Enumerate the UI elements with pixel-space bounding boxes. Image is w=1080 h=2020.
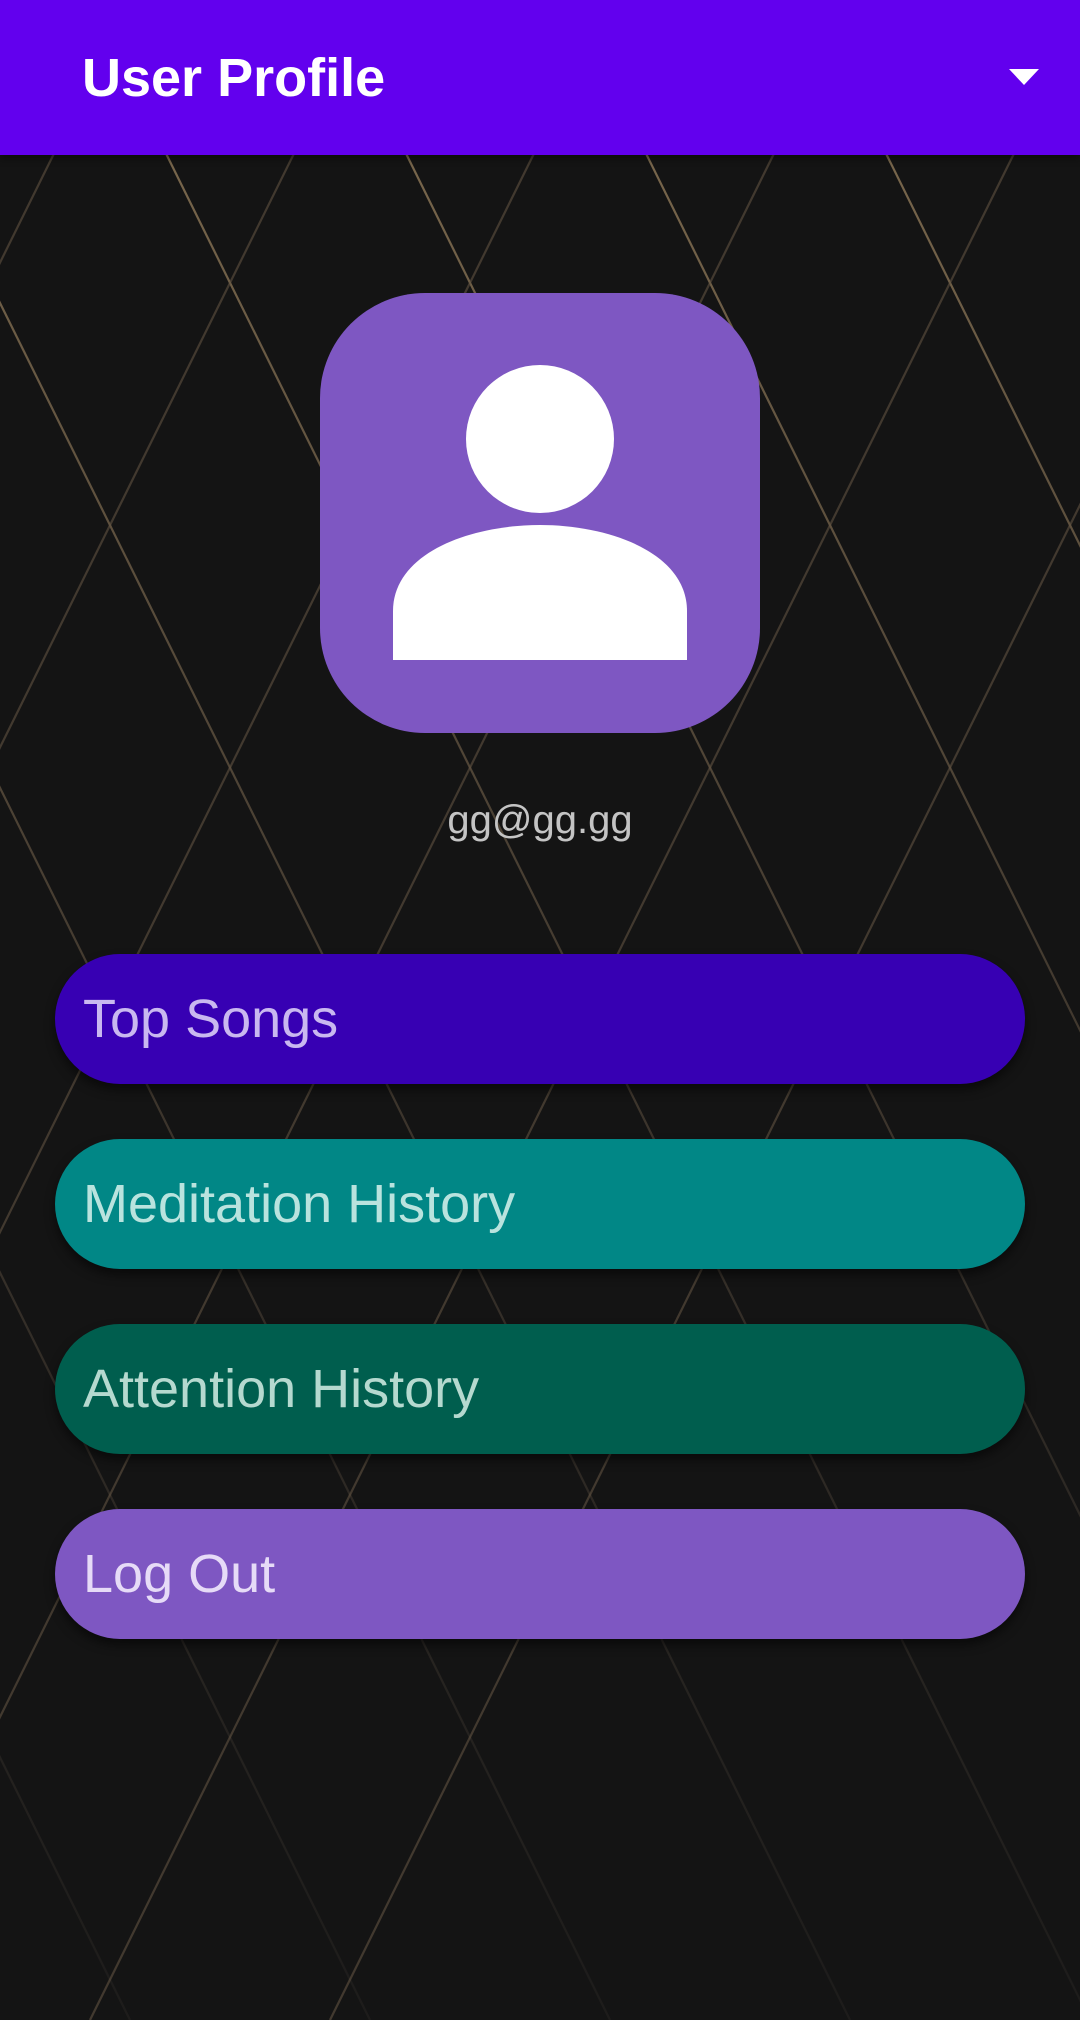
app-bar: User Profile <box>0 0 1080 155</box>
user-profile-screen: User Profile gg@gg.gg Top Songs Meditati… <box>0 0 1080 2020</box>
meditation-history-button[interactable]: Meditation History <box>55 1139 1025 1269</box>
page-title: User Profile <box>82 48 386 108</box>
meditation-history-label: Meditation History <box>83 1174 516 1234</box>
top-songs-label: Top Songs <box>83 989 339 1049</box>
menu-dropdown-button[interactable] <box>984 38 1064 118</box>
top-songs-button[interactable]: Top Songs <box>55 954 1025 1084</box>
attention-history-label: Attention History <box>83 1359 480 1419</box>
user-email: gg@gg.gg <box>447 798 633 842</box>
person-icon <box>320 293 760 733</box>
log-out-label: Log Out <box>83 1544 276 1604</box>
arrow-drop-down-icon <box>1009 69 1039 85</box>
attention-history-button[interactable]: Attention History <box>55 1324 1025 1454</box>
log-out-button[interactable]: Log Out <box>55 1509 1025 1639</box>
avatar <box>320 293 760 733</box>
